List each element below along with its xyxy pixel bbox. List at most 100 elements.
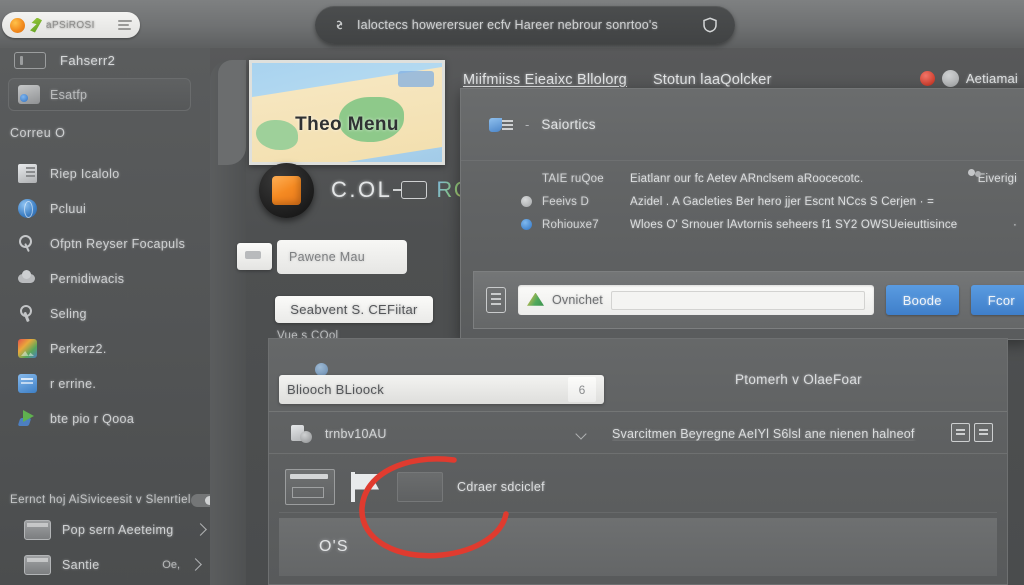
blue-note-icon [18, 374, 37, 393]
sidebar: Fahserr2 Esatfp Correu O Riep Icalolo Pc… [0, 48, 216, 585]
lower-panel-row[interactable]: trnbv10AU [291, 423, 591, 444]
header-links: Miifmiiss Eieaixc Bllolorg Stotun laaQol… [463, 72, 772, 88]
contact-icon [291, 423, 314, 444]
sidebar-item-label: Pcluui [50, 201, 87, 216]
globe-icon [18, 199, 37, 218]
sidebar-search-value: Esatfp [50, 87, 88, 102]
wrench-icon [18, 304, 37, 323]
orange-circle-icon [10, 17, 25, 33]
sidebar-header: Fahserr2 [14, 52, 115, 69]
lower-panel-title: Ptomerh v OlaeFoar [735, 372, 862, 387]
play-icon [18, 409, 37, 428]
overlay-input-field[interactable] [610, 290, 865, 310]
lower-panel-footer-label: O'S [319, 538, 349, 555]
cloud-icon [18, 269, 37, 288]
lower-panel-toolbar-text: Cdraer sdciclef [457, 479, 545, 494]
sidebar-item-0[interactable]: Riep Icalolo [0, 156, 210, 191]
lower-search-badge[interactable]: 6 [568, 377, 596, 402]
window-icon [24, 554, 51, 575]
sidebar-search-input[interactable]: Esatfp [8, 78, 191, 111]
header-link-0[interactable]: Miifmiiss Eieaixc Bllolorg [463, 72, 627, 88]
primary-button[interactable]: Seabvent S. CEFiitar [275, 296, 433, 323]
document-icon [18, 164, 37, 183]
lower-search-input[interactable]: Bliooch BLioock 6 [279, 375, 604, 404]
green-leaf-icon [30, 17, 42, 33]
sidebar-sub-item-label: Pop sern Aeeteimg [62, 522, 174, 537]
blue-list-icon [489, 115, 513, 135]
overlay-button-label: Fcor [987, 292, 1015, 308]
sidebar-item-6[interactable]: r errine. [0, 366, 210, 401]
status-dot-icon [521, 219, 532, 230]
shield-icon[interactable] [701, 16, 719, 34]
overlay-people-badge [968, 169, 983, 182]
mini-grid-icon[interactable] [974, 423, 993, 442]
screen: aPSiROSI Ialoctecs howerersuer ecfv Hare… [0, 0, 1024, 585]
sidebar-item-3[interactable]: Pernidiwacis [0, 261, 210, 296]
overlay-row-col3: Eiverigi [977, 172, 1017, 185]
map-badge [398, 71, 434, 87]
window-icon [14, 52, 46, 69]
sidebar-item-label: Seling [50, 306, 87, 321]
block-icon[interactable] [397, 471, 443, 502]
overlay-row[interactable]: TAIE ruQoe Eiatlanr our fc Aetev ARnclse… [461, 167, 1024, 190]
brand-text: C.OL [331, 177, 393, 202]
status-dot-icon [521, 173, 532, 184]
file-icon[interactable] [486, 287, 506, 313]
app-badge[interactable] [259, 163, 314, 218]
window-icon [24, 519, 51, 540]
sidebar-sub-item-label: Santie [62, 557, 100, 572]
chevron-down-icon[interactable] [575, 427, 587, 440]
sidebar-section-label: Correu O [10, 126, 66, 140]
address-bar[interactable]: Ialoctecs howerersuer ecfv Hareer nebrou… [315, 6, 735, 44]
mini-list-icon[interactable] [951, 423, 970, 442]
sidebar-sub-item-0[interactable]: Pop sern Aeeteimg [0, 512, 210, 547]
sidebar-item-2[interactable]: Ofptn Reyser Focapuls [0, 226, 210, 261]
content-row-card-label: Pawene Mau [289, 250, 365, 264]
overlay-row-col2: Wloes O' Srnouer lAvtornis seheers f1 SY… [630, 218, 958, 231]
header-link-1[interactable]: Stotun laaQolcker [653, 72, 772, 88]
overlay-button-0[interactable]: Boode [885, 285, 959, 315]
overlay-title: Saiortics [541, 117, 596, 132]
lower-panel: Bliooch BLioock 6 Ptomerh v OlaeFoar trn… [268, 338, 1008, 585]
slide-thumb-icon[interactable] [285, 468, 335, 505]
overlay-dialog: - Saiortics TAIE ruQoe Eiatlanr our fc A… [460, 88, 1024, 340]
chevron-right-icon[interactable] [189, 558, 202, 571]
lower-panel-link[interactable]: Svarcitmen Beyregne AeIYl S6lsl ane nien… [612, 427, 959, 441]
address-bar-text: Ialoctecs howerersuer ecfv Hareer nebrou… [357, 18, 658, 32]
content-row-card[interactable]: Pawene Mau [237, 240, 407, 274]
overlay-row[interactable]: Rohiouxe7 Wloes O' Srnouer lAvtornis seh… [461, 213, 1024, 236]
flag-icon[interactable] [349, 471, 383, 502]
sidebar-sub-item-meta: Oe, [162, 558, 180, 571]
sidebar-item-1[interactable]: Pcluui [0, 191, 210, 226]
sidebar-item-7[interactable]: bte pio r Qooa [0, 401, 210, 436]
red-circle-icon[interactable] [919, 71, 935, 86]
overlay-button-1[interactable]: Fcor [970, 285, 1024, 315]
sidebar-item-5[interactable]: Perkerz2. [0, 331, 210, 366]
sidebar-item-list: Riep Icalolo Pcluui Ofptn Reyser Focapul… [0, 156, 210, 436]
lower-panel-toolbar: Cdraer sdciclef [279, 461, 997, 513]
overlay-button-label: Boode [902, 292, 942, 308]
lower-panel-footer: O'S [279, 518, 997, 576]
sidebar-item-label: Pernidiwacis [50, 271, 125, 286]
card-thumb-icon [237, 243, 272, 270]
chevron-right-icon[interactable] [193, 523, 207, 536]
divider [269, 453, 1007, 454]
sidebar-item-4[interactable]: Seling [0, 296, 210, 331]
lower-search-value: Bliooch BLioock [287, 382, 384, 397]
map-thumbnail-card[interactable]: Theo Menu [249, 60, 445, 165]
sidebar-item-label: Ofptn Reyser Focapuls [50, 236, 186, 251]
avatar[interactable] [941, 70, 959, 87]
sidebar-item-label: Perkerz2. [50, 341, 107, 356]
drive-icon [527, 292, 544, 306]
sidebar-sub-item-1[interactable]: Santie Oe, [0, 547, 210, 582]
people-icon [968, 169, 983, 182]
overlay-row-col1: TAIE ruQoe [542, 172, 604, 185]
overlay-bottom-bar: Ovnichet Boode Fcor [473, 271, 1024, 329]
brand-row: C.OL RC [331, 177, 471, 203]
card-icon [393, 181, 428, 199]
overlay-row[interactable]: Feeivs D Azidel . A Gacleties Ber hero j… [461, 190, 1024, 213]
app-pill-label: aPSiROSI [46, 19, 95, 31]
app-launcher-pill[interactable]: aPSiROSI [2, 12, 140, 38]
hamburger-menu-icon[interactable] [118, 19, 132, 31]
overlay-input[interactable]: Ovnichet [518, 285, 874, 315]
